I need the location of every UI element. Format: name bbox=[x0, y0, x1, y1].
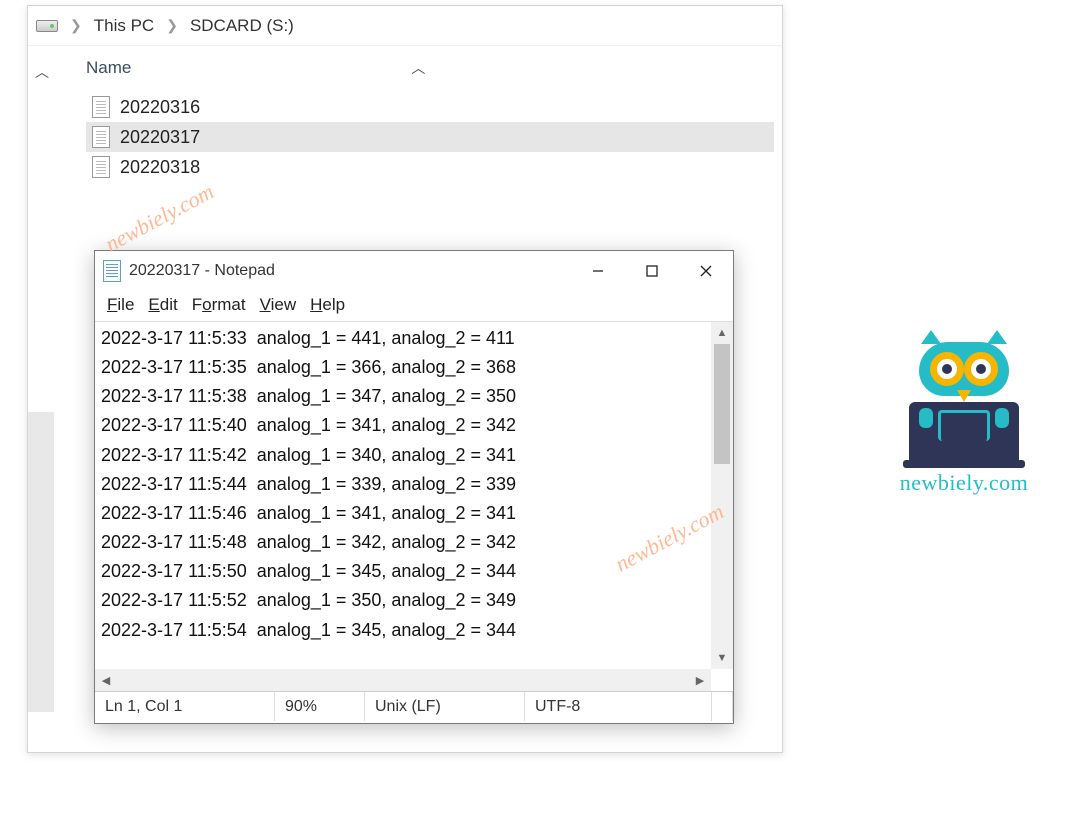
menu-view[interactable]: View bbox=[260, 295, 297, 315]
menu-edit[interactable]: Edit bbox=[148, 295, 177, 315]
logo-text: newbiely.com bbox=[879, 470, 1049, 496]
status-zoom: 90% bbox=[275, 692, 365, 721]
minimize-button[interactable] bbox=[571, 253, 625, 289]
file-row[interactable]: 20220316 bbox=[86, 92, 774, 122]
status-encoding: UTF-8 bbox=[525, 692, 712, 721]
drive-icon bbox=[36, 20, 58, 32]
scroll-right-icon[interactable]: ▶ bbox=[689, 669, 711, 691]
status-position: Ln 1, Col 1 bbox=[95, 692, 275, 721]
notepad-window: 20220317 - Notepad File Edit Format View… bbox=[94, 250, 734, 724]
title-bar[interactable]: 20220317 - Notepad bbox=[95, 251, 733, 291]
scrollbar[interactable] bbox=[28, 412, 54, 712]
menu-file[interactable]: File bbox=[107, 295, 134, 315]
file-name: 20220316 bbox=[120, 97, 200, 118]
notepad-icon bbox=[103, 260, 121, 282]
column-header-name[interactable]: Name bbox=[86, 58, 131, 78]
file-row[interactable]: 20220318 bbox=[86, 152, 774, 182]
chevron-up-icon[interactable]: ︿ bbox=[35, 62, 49, 82]
file-icon bbox=[92, 126, 110, 148]
maximize-button[interactable] bbox=[625, 253, 679, 289]
close-button[interactable] bbox=[679, 253, 733, 289]
breadcrumb-pc[interactable]: This PC bbox=[94, 16, 154, 36]
menu-format[interactable]: Format bbox=[192, 295, 246, 315]
file-name: 20220317 bbox=[120, 127, 200, 148]
scroll-up-icon[interactable]: ▲ bbox=[711, 322, 733, 344]
file-name: 20220318 bbox=[120, 157, 200, 178]
status-bar: Ln 1, Col 1 90% Unix (LF) UTF-8 bbox=[95, 691, 733, 721]
scroll-thumb[interactable] bbox=[714, 344, 730, 464]
menu-bar: File Edit Format View Help bbox=[95, 291, 733, 321]
status-eol: Unix (LF) bbox=[365, 692, 525, 721]
vertical-scrollbar[interactable]: ▲ ▼ bbox=[711, 322, 733, 669]
menu-help[interactable]: Help bbox=[310, 295, 345, 315]
window-title: 20220317 - Notepad bbox=[129, 262, 275, 280]
file-icon bbox=[92, 96, 110, 118]
breadcrumb[interactable]: ❯ This PC ❯ SDCARD (S:) bbox=[28, 6, 782, 46]
text-area[interactable]: 2022-3-17 11:5:33 analog_1 = 441, analog… bbox=[95, 322, 711, 669]
breadcrumb-drive[interactable]: SDCARD (S:) bbox=[190, 16, 294, 36]
chevron-icon: ❯ bbox=[70, 17, 82, 34]
horizontal-scrollbar[interactable]: ◀ ▶ bbox=[95, 669, 711, 691]
chevron-up-icon[interactable]: ︿ bbox=[411, 58, 425, 78]
chevron-icon: ❯ bbox=[166, 17, 178, 34]
file-icon bbox=[92, 156, 110, 178]
site-logo: newbiely.com bbox=[879, 330, 1049, 496]
scroll-left-icon[interactable]: ◀ bbox=[95, 669, 117, 691]
scroll-down-icon[interactable]: ▼ bbox=[711, 647, 733, 669]
resize-grip-icon[interactable] bbox=[712, 692, 733, 721]
file-row[interactable]: 20220317 bbox=[86, 122, 774, 152]
